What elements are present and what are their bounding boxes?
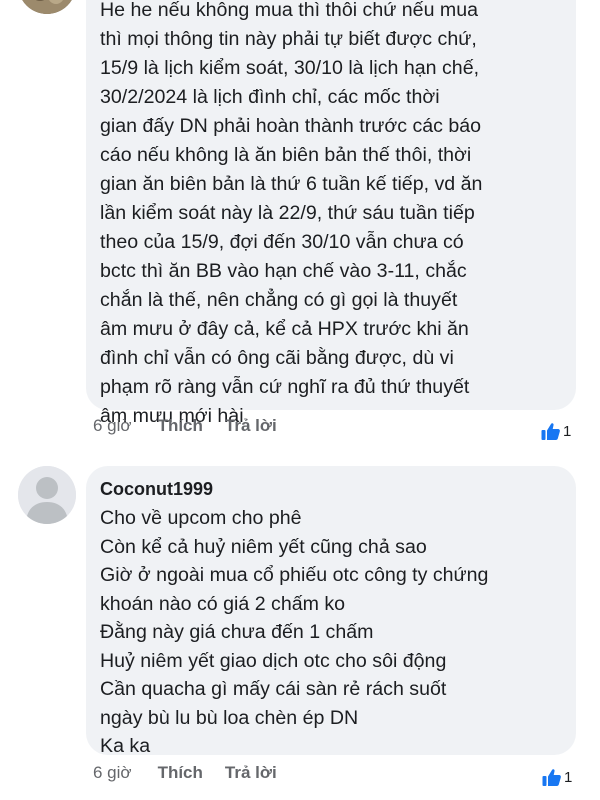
reaction-count: 1 — [564, 769, 573, 786]
commenter-avatar[interactable] — [18, 0, 76, 14]
comment-bubble: He he nếu không mua thì thôi chứ nếu mua… — [86, 0, 576, 427]
default-user-icon — [18, 466, 76, 524]
comment-bubble: Coconut1999 Cho về upcom cho phê Còn kể … — [86, 466, 576, 757]
reply-button[interactable]: Trả lời — [225, 763, 277, 783]
reaction-count: 1 — [563, 423, 572, 440]
commenter-avatar[interactable] — [18, 466, 76, 524]
comment-text: He he nếu không mua thì thôi chứ nếu mua… — [100, 0, 483, 427]
comment-author[interactable]: Coconut1999 — [100, 478, 564, 500]
thumbs-up-icon — [541, 767, 562, 788]
reply-button[interactable]: Trả lời — [225, 416, 277, 436]
like-button[interactable]: Thích — [158, 763, 203, 783]
comment-timestamp[interactable]: 6 giờ — [93, 763, 132, 783]
like-button[interactable]: Thích — [158, 416, 203, 436]
comment-actions: 6 giờ Thích Trả lời — [93, 416, 277, 436]
avatar-photo-icon — [22, 0, 72, 14]
comment-text: Cho về upcom cho phê Còn kể cả huỷ niêm … — [100, 507, 489, 757]
thumbs-up-icon — [540, 421, 561, 442]
comment-actions: 6 giờ Thích Trả lời — [93, 763, 277, 783]
reaction-summary[interactable]: 1 — [540, 421, 571, 442]
reaction-summary[interactable]: 1 — [541, 767, 572, 788]
comment-timestamp[interactable]: 6 giờ — [93, 416, 132, 436]
